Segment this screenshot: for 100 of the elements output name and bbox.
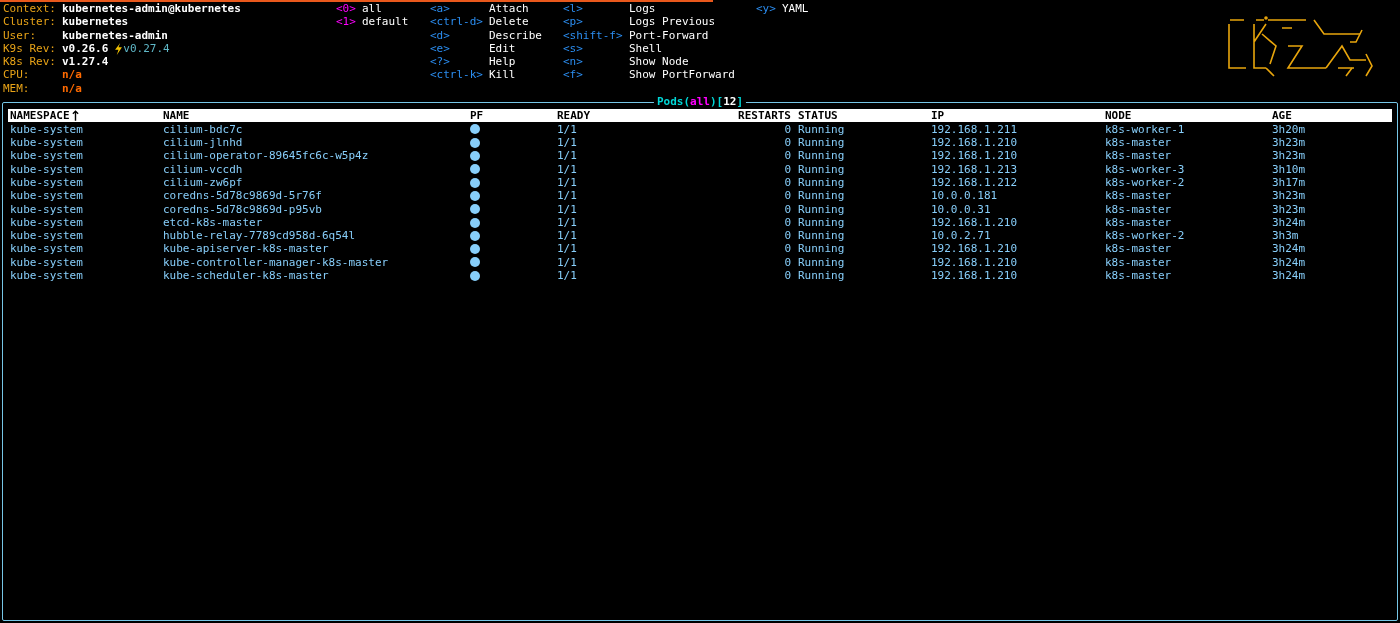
shortcut-label: Port-Forward (629, 28, 709, 42)
table-cell-text: k8s-master (1105, 189, 1173, 203)
shortcut-key[interactable]: <e> (430, 41, 489, 56)
table-cell-text: k8s-worker-2 (1105, 229, 1186, 243)
shortcut-key[interactable]: <n> (563, 55, 629, 69)
table-cell-text: 1/1 (557, 215, 578, 230)
column-header[interactable]: PF (470, 109, 557, 123)
table-cell-text: 3h3m (1272, 229, 1300, 243)
table-cell-text: k8s-master (1105, 215, 1173, 230)
info-label: Cluster: (3, 15, 57, 29)
table-cell-text: 192.168.1.212 (931, 176, 1019, 190)
table-cell-text: 0 (783, 149, 791, 163)
column-header[interactable]: NODE (1105, 109, 1272, 123)
dot-icon (470, 217, 480, 228)
table-cell-text: 0 (783, 176, 791, 190)
table-cell-text: kube-scheduler-k8s-master (163, 269, 330, 283)
table-cell-text: hubble-relay-7789cd958d-6q54l (163, 229, 357, 243)
table-cell-text: 3h23m (1272, 149, 1307, 163)
column-header[interactable]: IP (931, 109, 1105, 123)
shortcut-key[interactable]: <y> (756, 2, 782, 16)
column-header[interactable]: RESTARTS (738, 109, 791, 123)
table-cell-text: kube-system (10, 242, 84, 256)
table-cell-text: 192.168.1.210 (931, 136, 1019, 150)
table-cell-text: 1/1 (557, 229, 578, 243)
column-header[interactable]: STATUS (791, 109, 931, 123)
table-cell-text: Running (797, 269, 846, 283)
table-cell-text: k8s-master (1105, 149, 1173, 163)
shortcut-key[interactable]: <shift-f> (563, 28, 629, 42)
column-header[interactable]: AGE (1272, 109, 1392, 123)
table-cell-text: coredns-5d78c9869d-p95vb (163, 202, 323, 216)
table-cell-text: 3h17m (1272, 176, 1307, 190)
shortcut-key[interactable]: <l> (563, 2, 629, 16)
shortcut-key[interactable]: <d> (430, 28, 489, 42)
table-cell-text: k8s-worker-2 (1105, 176, 1186, 190)
table-cell-text: 1/1 (557, 242, 578, 256)
namespace-shortcut-key[interactable]: <1> (336, 15, 362, 29)
table-cell-text: kube-system (10, 162, 84, 176)
table-cell-text: Running (797, 149, 846, 163)
table-cell-text: kube-system (10, 255, 84, 270)
shortcut-label: Kill (489, 68, 516, 82)
dot-icon (470, 270, 480, 281)
table-cell-text: 1/1 (557, 176, 578, 190)
table-cell-text: Running (797, 122, 846, 137)
table-cell-text: Running (797, 189, 846, 203)
shortcut-key[interactable]: <s> (563, 41, 629, 56)
table-cell-text: 0 (783, 255, 791, 270)
dot-icon (470, 137, 480, 148)
column-header[interactable]: NAME (163, 109, 470, 123)
sort-arrow-icon (71, 110, 79, 122)
table-cell-text: 3h23m (1272, 202, 1307, 216)
table-cell-text: kube-system (10, 189, 84, 203)
table-cell-text: Running (797, 176, 846, 190)
dot-icon (470, 230, 480, 241)
table-cell-text: coredns-5d78c9869d-5r76f (163, 189, 323, 203)
shortcut-label: Shell (629, 41, 663, 56)
table-cell-text: 3h10m (1272, 162, 1307, 176)
table-cell-text: Running (797, 255, 846, 270)
table-cell-text: Running (797, 136, 846, 150)
table-cell-text: cilium-vccdh (163, 162, 244, 176)
table-cell-text: 0 (783, 242, 791, 256)
shortcut-key[interactable]: <p> (563, 15, 629, 29)
namespace-shortcut-label: default (362, 15, 409, 29)
table-cell-text: 0 (783, 229, 791, 243)
table-cell-text: 10.0.2.71 (931, 229, 992, 243)
table-cell-text: 192.168.1.210 (931, 242, 1019, 256)
info-value: kubernetes (62, 15, 129, 29)
table-cell-text: 3h24m (1272, 269, 1307, 283)
table-cell-text: 192.168.1.210 (931, 269, 1019, 283)
namespace-shortcut-key[interactable]: <0> (336, 2, 362, 16)
shortcut-key[interactable]: <f> (563, 68, 629, 82)
dot-icon (470, 257, 480, 268)
info-label: Context: (3, 2, 57, 16)
table-cell-text: 10.0.0.181 (931, 189, 999, 203)
info-value: n/a (62, 68, 82, 82)
table-cell-text: 192.168.1.210 (931, 215, 1019, 230)
shortcut-label: Help (489, 55, 516, 69)
table-cell-text: kube-system (10, 215, 84, 230)
shortcut-label: Show PortForward (629, 68, 735, 82)
shortcut-label: Delete (489, 15, 529, 29)
table-cell-text: 3h23m (1272, 189, 1307, 203)
shortcut-key[interactable]: <a> (430, 2, 489, 16)
table-cell-text: 0 (783, 162, 791, 176)
table-cell-text: 0 (783, 189, 791, 203)
table-cell-text: kube-system (10, 149, 84, 163)
info-label: MEM: (3, 81, 31, 96)
table-cell-text: 1/1 (557, 162, 578, 176)
shortcut-key[interactable]: <ctrl-k> (430, 68, 489, 82)
shortcut-label: Logs (629, 2, 656, 16)
shortcut-key[interactable]: <ctrl-d> (430, 15, 489, 29)
table-cell-text: 1/1 (557, 189, 578, 203)
shortcut-label: Describe (489, 28, 542, 42)
dot-icon (470, 151, 480, 162)
table-cell-text: kube-apiserver-k8s-master (163, 242, 330, 256)
table-cell-text: 1/1 (557, 149, 578, 163)
shortcut-key[interactable]: <?> (430, 55, 489, 69)
column-header[interactable]: NAMESPACE (10, 109, 163, 123)
table-cell-text: kube-system (10, 229, 84, 243)
table-cell-text: 3h24m (1272, 242, 1307, 256)
table-cell-text: Running (797, 229, 846, 243)
column-header[interactable]: READY (557, 109, 738, 123)
